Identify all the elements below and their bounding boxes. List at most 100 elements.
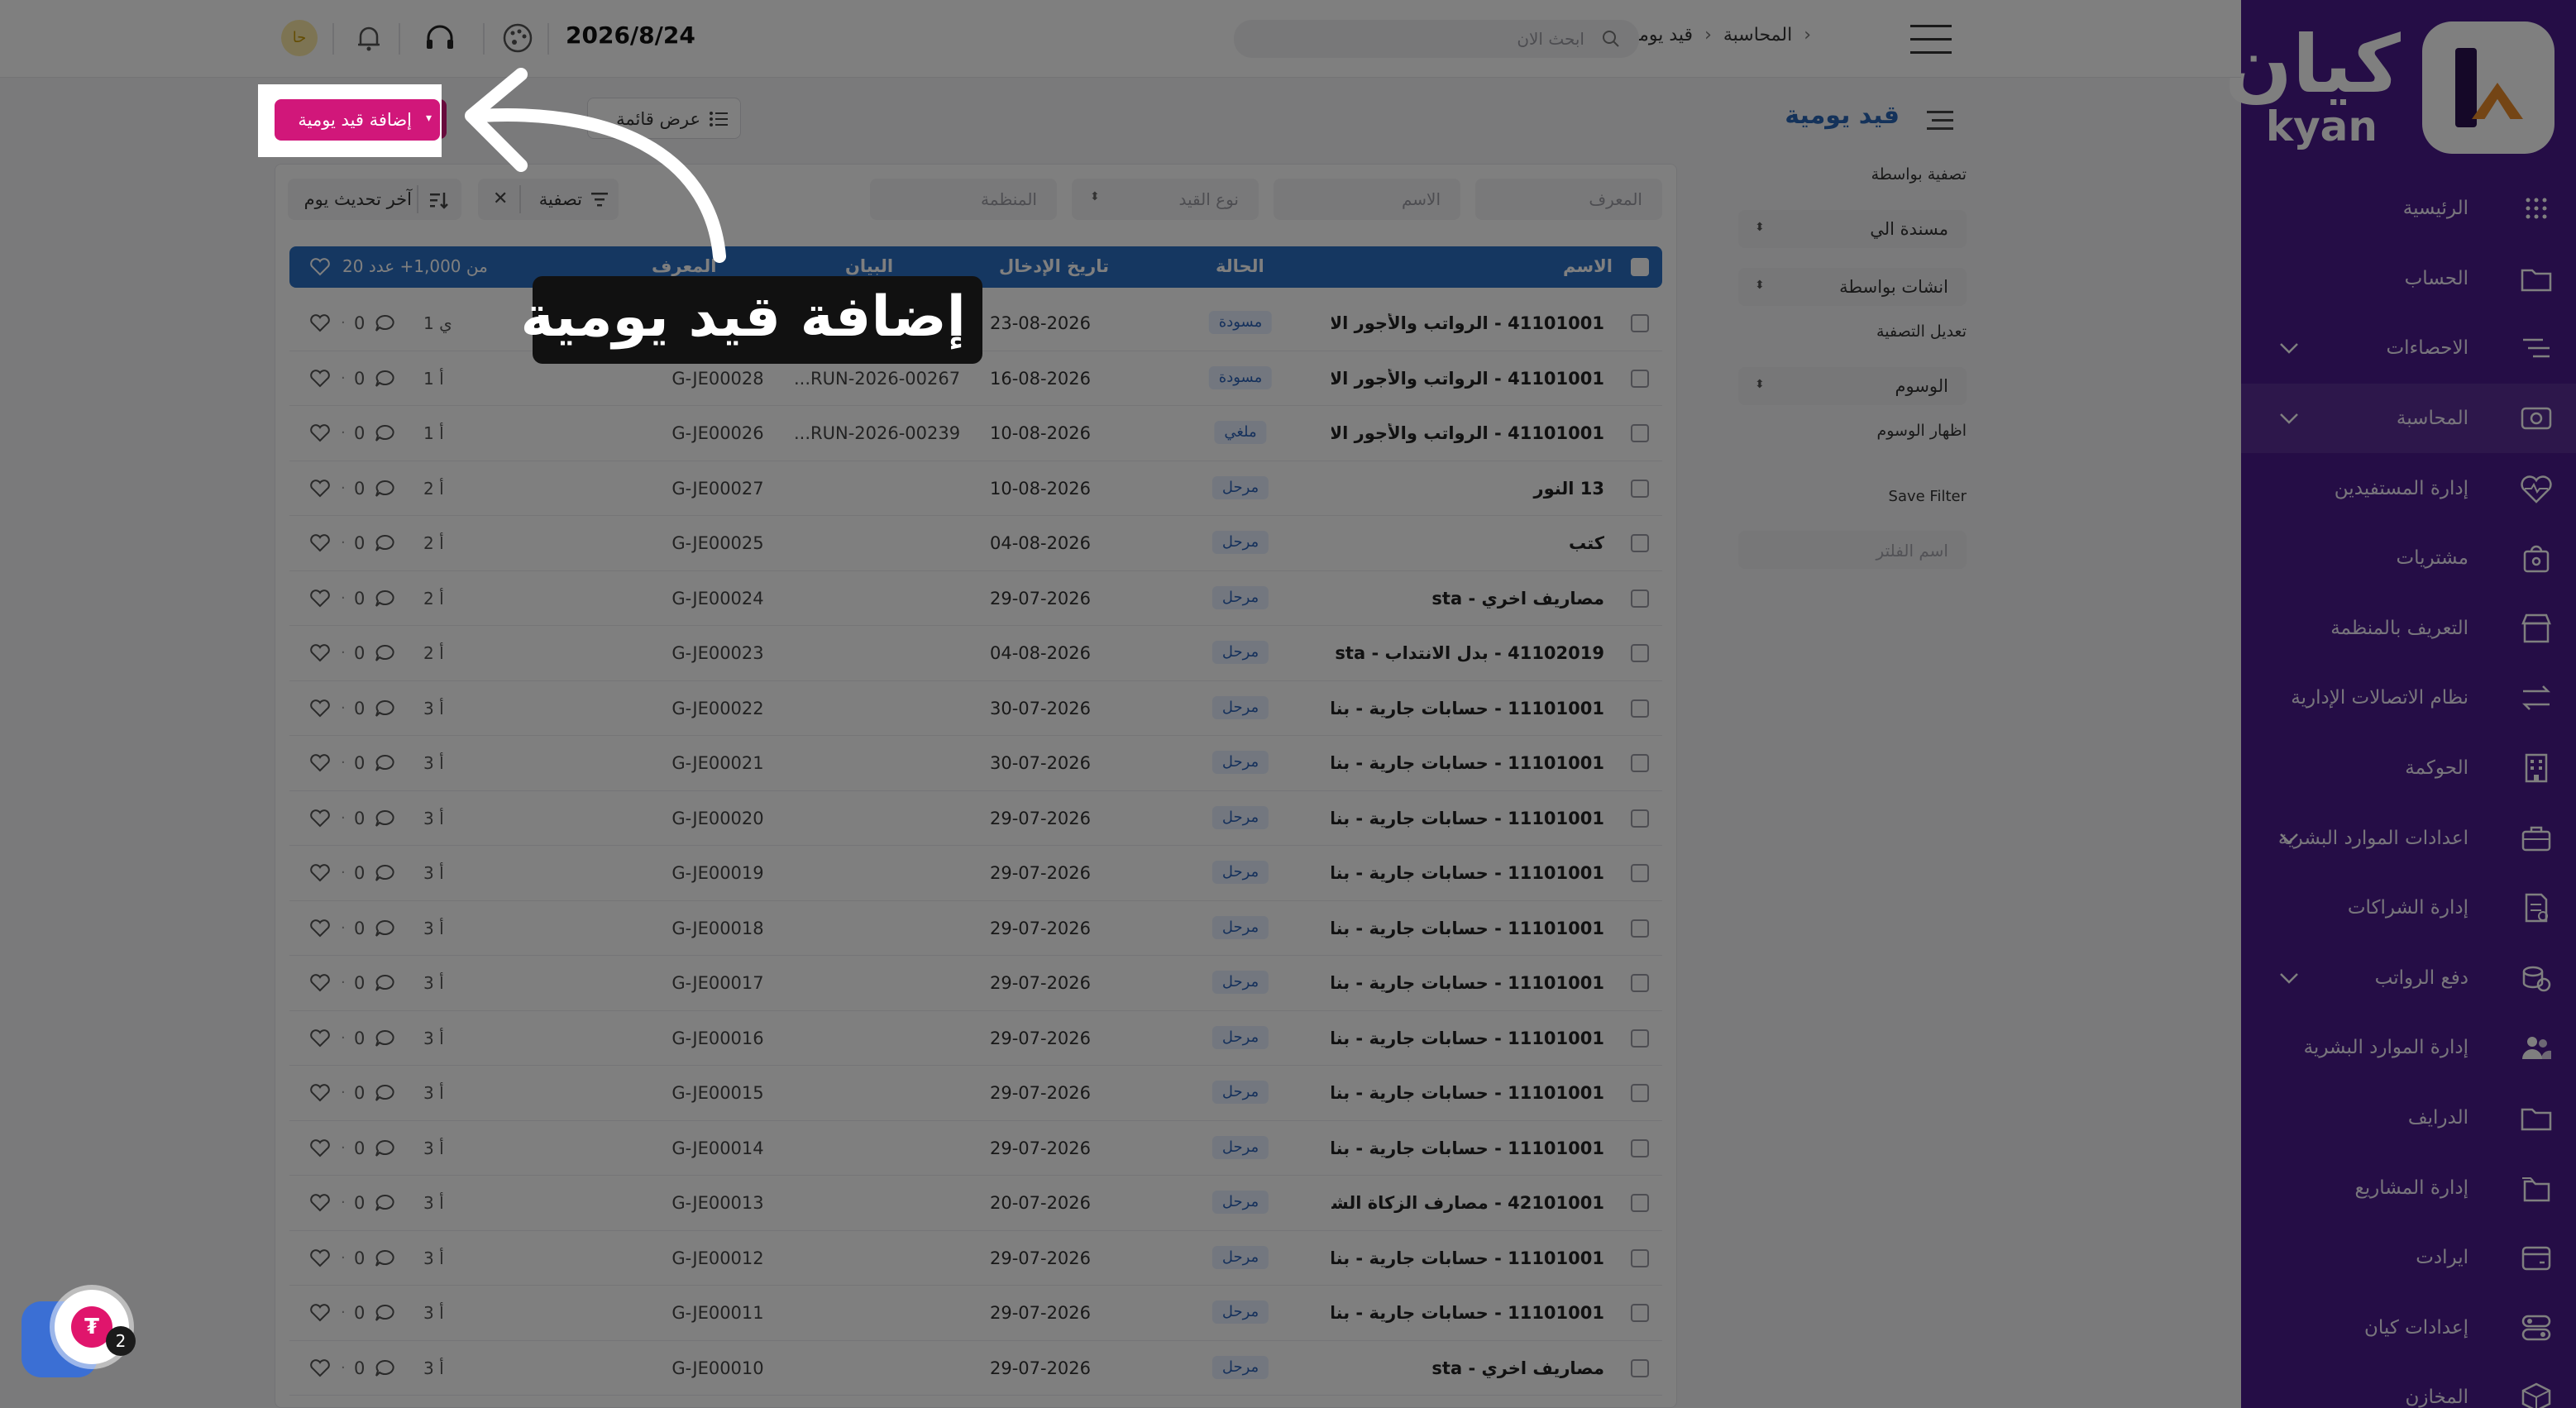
- search-input[interactable]: ابحث الان: [1234, 20, 1639, 58]
- org-filter-input[interactable]: المنظمة: [870, 179, 1057, 220]
- row-checkbox[interactable]: [1631, 919, 1649, 938]
- row-name[interactable]: 11101001 - حسابات جارية - بنك الرياض: [1331, 1138, 1604, 1158]
- row-name[interactable]: 13 النور: [1331, 479, 1604, 499]
- table-row[interactable]: 11101001 - حسابات جارية - بنك الرياض مرحل…: [289, 1066, 1662, 1121]
- row-checkbox[interactable]: [1631, 1029, 1649, 1048]
- row-checkbox[interactable]: [1631, 699, 1649, 718]
- sidebar-item-17[interactable]: المخازن: [2241, 1363, 2576, 1408]
- sidebar-item-14[interactable]: إدارة المشاريع: [2241, 1153, 2576, 1223]
- heart-icon[interactable]: [309, 1193, 331, 1213]
- heart-icon[interactable]: [309, 809, 331, 828]
- comment-icon[interactable]: [374, 973, 395, 993]
- show-tags-link[interactable]: اظهار الوسوم: [1876, 422, 1967, 440]
- comment-icon[interactable]: [374, 1358, 395, 1378]
- row-name[interactable]: 11101001 - حسابات جارية - بنك الرياض: [1331, 753, 1604, 773]
- sidebar-item-12[interactable]: إدارة الموارد البشرية: [2241, 1013, 2576, 1083]
- tags-select[interactable]: الوسوم ⬍: [1738, 367, 1967, 405]
- sidebar-item-15[interactable]: ايرادت: [2241, 1223, 2576, 1293]
- sidebar-item-1[interactable]: الحساب: [2241, 244, 2576, 314]
- sort-button[interactable]: آخر تحديث يوم: [288, 179, 461, 220]
- heart-icon[interactable]: [309, 1358, 331, 1378]
- row-checkbox[interactable]: [1631, 1194, 1649, 1212]
- col-header-date[interactable]: تاريخ الإدخال: [999, 256, 1109, 276]
- table-row[interactable]: 11101001 - حسابات جارية - بنك الرياض مرحل…: [289, 736, 1662, 791]
- col-header-name[interactable]: الاسم: [1563, 256, 1613, 276]
- row-checkbox[interactable]: [1631, 864, 1649, 882]
- row-name[interactable]: مصاريف اخري - sta: [1331, 1358, 1604, 1378]
- heart-icon[interactable]: [309, 533, 331, 553]
- heart-icon[interactable]: [309, 423, 331, 443]
- table-row[interactable]: 11101001 - حسابات جارية - بنك الرياض مرحل…: [289, 1121, 1662, 1176]
- comment-icon[interactable]: [374, 643, 395, 663]
- comment-icon[interactable]: [374, 1029, 395, 1048]
- spotlight-add-button[interactable]: إضافة قيد يومية ▾: [275, 99, 440, 141]
- edit-filter-link[interactable]: تعديل التصفية: [1876, 322, 1967, 341]
- row-name[interactable]: 11101001 - حسابات جارية - بنك الرياض: [1331, 1248, 1604, 1268]
- comment-icon[interactable]: [374, 1303, 395, 1323]
- comment-icon[interactable]: [374, 1193, 395, 1213]
- row-checkbox[interactable]: [1631, 754, 1649, 772]
- row-name[interactable]: 11101001 - حسابات جارية - بنك الرياض: [1331, 1083, 1604, 1103]
- avatar[interactable]: حا: [281, 20, 318, 56]
- name-filter-input[interactable]: الاسم: [1274, 179, 1460, 220]
- row-checkbox[interactable]: [1631, 589, 1649, 608]
- chevron-down-icon[interactable]: [2274, 823, 2304, 853]
- col-header-status[interactable]: الحالة: [1216, 256, 1264, 276]
- row-name[interactable]: 11101001 - حسابات جارية - بنك الرياض: [1331, 973, 1604, 993]
- table-row[interactable]: 41102019 - بدل الانتداب - sta مرحل 04-08-2…: [289, 626, 1662, 681]
- heart-icon[interactable]: [309, 753, 331, 773]
- heart-icon[interactable]: [309, 1138, 331, 1158]
- heart-icon[interactable]: [309, 643, 331, 663]
- comment-icon[interactable]: [374, 1138, 395, 1158]
- sidebar-item-11[interactable]: دفع الرواتب: [2241, 943, 2576, 1014]
- comment-icon[interactable]: [374, 1083, 395, 1103]
- sidebar-item-3[interactable]: المحاسبة: [2241, 383, 2576, 454]
- sidebar-item-4[interactable]: إدارة المستفيدين: [2241, 453, 2576, 523]
- sidebar-item-5[interactable]: مشتريات: [2241, 523, 2576, 594]
- sidebar-item-16[interactable]: إعدادات كيان: [2241, 1293, 2576, 1363]
- comment-icon[interactable]: [374, 369, 395, 389]
- table-row[interactable]: مصاريف اخري - sta مرحل 29-07-2026 G-JE00010…: [289, 1341, 1662, 1396]
- heart-icon[interactable]: [309, 863, 331, 883]
- comment-icon[interactable]: [374, 753, 395, 773]
- heart-icon[interactable]: [309, 257, 331, 277]
- row-checkbox[interactable]: [1631, 369, 1649, 388]
- row-name[interactable]: كتب: [1331, 533, 1604, 553]
- heart-icon[interactable]: [309, 369, 331, 389]
- row-name[interactable]: 11101001 - حسابات جارية - بنك الرياض: [1331, 863, 1604, 883]
- table-row[interactable]: 41101001 - الرواتب والأجور الاساسية ملغي 1…: [289, 406, 1662, 461]
- menu-icon[interactable]: [1907, 21, 1955, 56]
- row-name[interactable]: 41101001 - الرواتب والأجور الاساسية: [1331, 313, 1604, 333]
- table-row[interactable]: 11101001 - حسابات جارية - بنك الرياض مرحل…: [289, 846, 1662, 901]
- heart-icon[interactable]: [309, 1029, 331, 1048]
- sidebar-item-10[interactable]: إدارة الشراكات: [2241, 873, 2576, 943]
- heart-icon[interactable]: [309, 589, 331, 609]
- chevron-down-icon[interactable]: [2274, 963, 2304, 993]
- heart-icon[interactable]: [309, 313, 331, 333]
- comment-icon[interactable]: [374, 533, 395, 553]
- row-name[interactable]: 11101001 - حسابات جارية - بنك الرياض: [1331, 1303, 1604, 1323]
- comment-icon[interactable]: [374, 863, 395, 883]
- chevron-down-icon[interactable]: [2274, 333, 2304, 363]
- table-row[interactable]: 42101001 - مصارف الزكاة الشرعية - sta مرح…: [289, 1176, 1662, 1231]
- row-name[interactable]: 41101001 - الرواتب والأجور الاساسية: [1331, 369, 1604, 389]
- comment-icon[interactable]: [374, 809, 395, 828]
- heart-icon[interactable]: [309, 973, 331, 993]
- row-name[interactable]: 41101001 - الرواتب والأجور الاساسية: [1331, 423, 1604, 443]
- heart-icon[interactable]: [309, 479, 331, 499]
- row-name[interactable]: 11101001 - حسابات جارية - بنك الرياض: [1331, 809, 1604, 828]
- sort-icon[interactable]: [428, 190, 448, 210]
- heart-icon[interactable]: [309, 699, 331, 718]
- row-name[interactable]: مصاريف اخري - sta: [1331, 589, 1604, 609]
- table-row[interactable]: 11101001 - حسابات جارية - بنك الرياض مرحل…: [289, 1286, 1662, 1341]
- col-header-desc[interactable]: البيان: [845, 256, 893, 276]
- row-checkbox[interactable]: [1631, 314, 1649, 332]
- sidebar-item-7[interactable]: نظام الاتصالات الإدارية: [2241, 663, 2576, 733]
- table-row[interactable]: 13 النور مرحل 10-08-2026 G-JE00027 2 أ 0 ·: [289, 461, 1662, 516]
- heart-icon[interactable]: [309, 919, 331, 938]
- table-row[interactable]: مصاريف اخري - sta مرحل 29-07-2026 G-JE00024…: [289, 571, 1662, 626]
- comment-icon[interactable]: [374, 423, 395, 443]
- heart-icon[interactable]: [309, 1303, 331, 1323]
- table-row[interactable]: 11101001 - حسابات جارية - بنك الرياض مرحل…: [289, 791, 1662, 846]
- row-name[interactable]: 11101001 - حسابات جارية - بنك الرياض: [1331, 1029, 1604, 1048]
